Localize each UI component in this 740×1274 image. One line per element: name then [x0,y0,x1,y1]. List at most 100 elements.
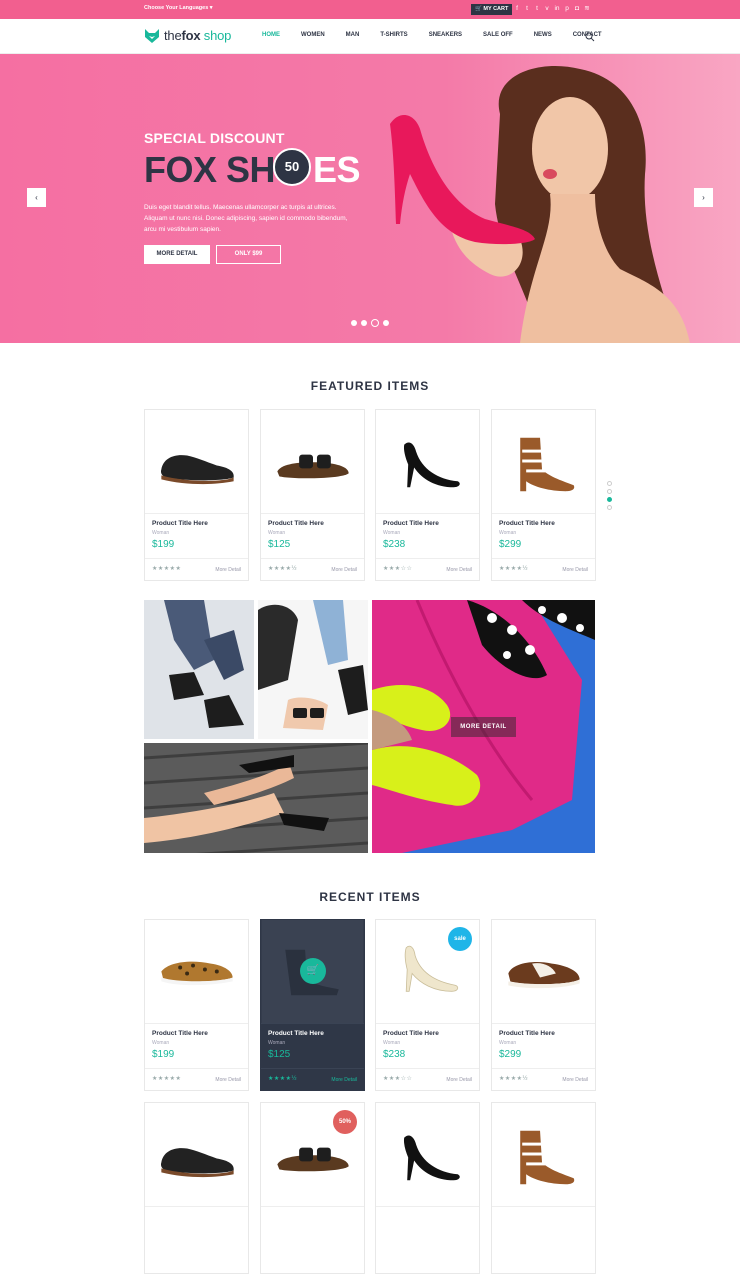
divider [376,558,479,559]
recent-title: RECENT ITEMS [319,890,421,904]
top-bar: Choose Your Languages ▾ 🛒 MY CART f t t … [0,0,740,19]
star-rating: ★★★★★ [152,566,182,572]
nav-man[interactable]: MAN [346,32,360,38]
product-image [261,454,364,514]
tumblr-icon[interactable]: t [534,4,540,14]
product-category: Woman [383,1040,401,1046]
product-card[interactable] [491,1102,596,1274]
product-image [376,1135,479,1207]
gallery-image-sneakers[interactable] [144,600,254,739]
product-image [492,1130,595,1207]
cart-icon: 🛒 [306,965,320,976]
facebook-icon[interactable]: f [514,4,520,14]
more-detail-link[interactable]: More Detail [446,567,472,573]
more-detail-link[interactable]: More Detail [215,567,241,573]
product-category: Woman [268,530,286,536]
product-card[interactable]: Product Title Here Woman $238 ★★★☆☆ More… [375,409,480,581]
product-card[interactable]: sale Product Title Here Woman $238 ★★★☆☆… [375,919,480,1091]
linkedin-icon[interactable]: in [554,4,560,14]
carousel-dot[interactable] [607,489,612,494]
discount-badge: 50 [273,148,311,186]
social-links: f t t v in p ◘ ≋ [514,4,590,14]
product-title[interactable]: Product Title Here [268,1030,324,1037]
gallery-more-detail-button[interactable]: MORE DETAIL [451,717,516,737]
only-99-button[interactable]: ONLY $99 [216,245,281,264]
gallery-image-heels-deck[interactable] [144,743,368,853]
instagram-icon[interactable]: ◘ [574,4,580,14]
product-title[interactable]: Product Title Here [152,520,208,527]
nav-sale-off[interactable]: SALE OFF [483,32,513,38]
rss-icon[interactable]: ≋ [584,4,590,14]
divider [492,1068,595,1069]
more-detail-link[interactable]: More Detail [331,1077,357,1083]
product-category: Woman [152,530,170,536]
divider [261,1068,364,1069]
twitter-icon[interactable]: t [524,4,530,14]
carousel-dot-active[interactable] [607,497,612,502]
nav-t-shirts[interactable]: T-SHIRTS [380,32,407,38]
featured-title: FEATURED ITEMS [310,379,430,393]
product-title[interactable]: Product Title Here [383,1030,439,1037]
star-rating: ★★★★½ [499,566,529,572]
prev-slide-button[interactable]: ‹ [27,188,46,207]
product-card[interactable]: Product Title Here Woman $299 ★★★★½ More… [491,409,596,581]
slide-dot[interactable] [361,320,367,326]
product-title[interactable]: Product Title Here [499,520,555,527]
hero-slider: SPECIAL DISCOUNT FOX SH ES 50 Duis eget b… [0,54,740,343]
add-to-cart-button[interactable]: 🛒 [300,958,326,984]
product-category: Woman [268,1040,286,1046]
more-detail-button[interactable]: MORE DETAIL [144,245,210,264]
fox-logo-icon[interactable] [144,28,160,44]
product-title[interactable]: Product Title Here [383,520,439,527]
product-image [145,1148,248,1207]
logo-text[interactable]: thefox shop [164,28,231,43]
gallery-image-sandals[interactable] [258,600,368,739]
hero-model-image [390,66,690,343]
hero-description: Duis eget blandit tellus. Maecenas ullam… [144,204,348,233]
product-card[interactable]: 50% [260,1102,365,1274]
star-rating: ★★★★½ [268,566,298,572]
product-title[interactable]: Product Title Here [499,1030,555,1037]
nav-news[interactable]: NEWS [534,32,552,38]
carousel-dot[interactable] [607,505,612,510]
divider [492,558,595,559]
product-category: Woman [499,530,517,536]
more-detail-link[interactable]: More Detail [331,567,357,573]
divider [145,558,248,559]
product-price: $238 [383,1049,406,1060]
next-slide-button[interactable]: › [694,188,713,207]
product-card[interactable]: Product Title Here Woman $199 ★★★★★ More… [144,409,249,581]
search-icon[interactable] [585,32,595,42]
slide-dot-active[interactable] [371,319,379,327]
star-rating: ★★★☆☆ [383,566,413,572]
cart-button[interactable]: 🛒 MY CART [471,4,513,15]
more-detail-link[interactable]: More Detail [562,567,588,573]
product-card[interactable]: Product Title Here Woman $299 ★★★★½ More… [491,919,596,1091]
nav-sneakers[interactable]: SNEAKERS [429,32,462,38]
sale-badge: sale [448,927,472,951]
more-detail-link[interactable]: More Detail [446,1077,472,1083]
carousel-dot[interactable] [607,481,612,486]
language-selector[interactable]: Choose Your Languages ▾ [144,5,213,11]
star-rating: ★★★☆☆ [383,1076,413,1082]
product-card[interactable]: Product Title Here Woman $125 ★★★★½ More… [260,409,365,581]
vimeo-icon[interactable]: v [544,4,550,14]
more-detail-link[interactable]: More Detail [215,1077,241,1083]
nav-women[interactable]: WOMEN [301,32,325,38]
hero-subtitle: SPECIAL DISCOUNT [144,130,285,146]
product-price: $125 [268,539,291,550]
product-card[interactable] [375,1102,480,1274]
product-card[interactable]: Product Title Here Woman $199 ★★★★★ More… [144,919,249,1091]
cart-label: MY CART [483,6,509,12]
slide-dot[interactable] [351,320,357,326]
product-title[interactable]: Product Title Here [152,1030,208,1037]
language-label: Choose Your Languages [144,5,209,11]
more-detail-link[interactable]: More Detail [562,1077,588,1083]
slide-dot[interactable] [383,320,389,326]
product-card[interactable] [144,1102,249,1274]
product-title[interactable]: Product Title Here [268,520,324,527]
product-card-hover[interactable]: 🛒 Product Title Here Woman $125 ★★★★½ Mo… [260,919,365,1091]
pinterest-icon[interactable]: p [564,4,570,14]
nav-home[interactable]: HOME [262,32,280,38]
star-rating: ★★★★★ [152,1076,182,1082]
